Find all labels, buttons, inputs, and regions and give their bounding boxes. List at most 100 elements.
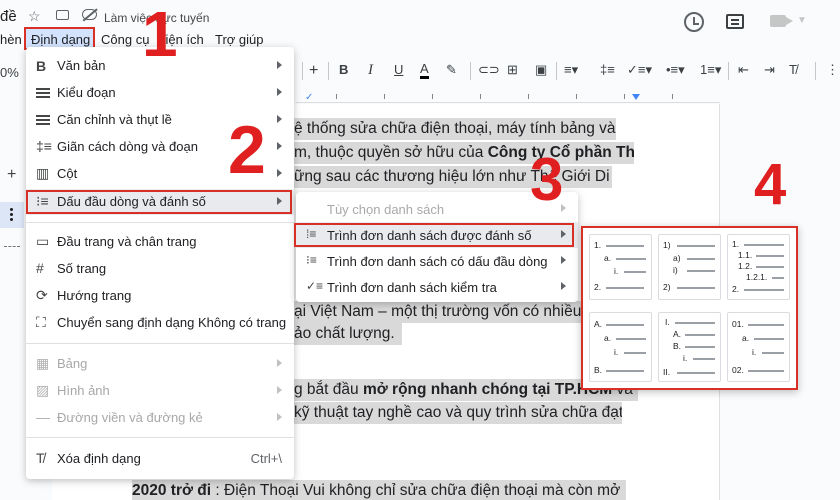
ruler-indent-icon[interactable]: ✓ xyxy=(305,92,313,103)
doc-line[interactable]: ệ thống sửa chữa điện thoại, máy tính bả… xyxy=(294,118,616,140)
numbered-list-highlight xyxy=(294,223,574,247)
border-icon: — xyxy=(36,409,50,425)
outline-divider xyxy=(4,246,20,247)
pageless-icon: ⛶ xyxy=(36,314,46,330)
header-footer-icon: ▭ xyxy=(36,233,50,249)
image-icon[interactable]: ▣ xyxy=(535,62,547,78)
menu-help[interactable]: Trợ giúp xyxy=(215,32,264,47)
submenu-item-checklist[interactable]: ✓≡ Trình đơn danh sách kiểm tra xyxy=(296,274,578,300)
ruler-tick xyxy=(432,94,433,99)
add-comment-icon[interactable]: ⊞ xyxy=(507,62,518,78)
ruler-tick xyxy=(528,94,529,99)
image-icon: ▨ xyxy=(36,382,50,398)
highlight-icon[interactable]: ✎ xyxy=(446,62,457,78)
underline-icon[interactable]: U xyxy=(394,62,403,77)
menu-divider xyxy=(26,437,294,438)
add-tab-icon[interactable]: + xyxy=(7,166,16,184)
bullet-list-icon[interactable]: •≡▾ xyxy=(666,62,685,78)
numbered-list-presets: 1. a. i. 2. 1) a) i) 2) 1. 1.1. 1.2. 1.2… xyxy=(581,226,798,390)
toolbar-divider xyxy=(328,62,329,80)
bulleted-list-icon: ⁝≡ xyxy=(306,253,317,267)
toolbar-divider xyxy=(556,62,557,80)
chevron-right-icon xyxy=(277,88,282,96)
chevron-right-icon xyxy=(561,282,566,290)
document-title[interactable]: đề xyxy=(0,8,17,25)
menu-divider xyxy=(26,222,294,223)
comment-icon[interactable] xyxy=(726,14,744,29)
align-icon[interactable]: ≡▾ xyxy=(564,62,578,78)
chevron-right-icon xyxy=(277,386,282,394)
italic-icon[interactable]: I xyxy=(368,62,373,79)
preset-numbered-2[interactable]: 1) a) i) 2) xyxy=(658,234,721,300)
indent-icon xyxy=(36,115,50,117)
preset-numbered-1[interactable]: 1. a. i. 2. xyxy=(589,234,652,300)
line-spacing-icon[interactable]: ‡≡ xyxy=(600,62,615,77)
menu-item-clear-formatting[interactable]: T̸ Xóa định dạng Ctrl+\ xyxy=(26,446,294,472)
menu-item-pageless[interactable]: ⛶ Chuyển sang định dạng Không có trang xyxy=(26,310,294,336)
menu-item-page-orientation[interactable]: ⟳ Hướng trang xyxy=(26,283,294,309)
title-bar: đề ☆ Làm việc trực tuyến ▼ xyxy=(0,0,840,32)
chevron-right-icon xyxy=(277,359,282,367)
font-size-increase-icon[interactable]: + xyxy=(309,62,318,80)
menu-item-paragraph-style[interactable]: Kiểu đoạn xyxy=(26,80,294,106)
increase-indent-icon[interactable]: ⇥ xyxy=(764,62,775,78)
chevron-right-icon xyxy=(561,256,566,264)
doc-line[interactable]: kỹ thuật tay nghề cao và quy trình sửa c… xyxy=(294,402,622,424)
step-number-1: 1 xyxy=(142,0,178,70)
tab-options-button[interactable] xyxy=(0,202,24,228)
chevron-right-icon xyxy=(277,142,282,150)
submenu-item-bulleted-list[interactable]: ⁝≡ Trình đơn danh sách có dấu đầu dòng xyxy=(296,248,578,274)
shortcut-label: Ctrl+\ xyxy=(250,451,282,466)
cloud-offline-icon[interactable] xyxy=(82,9,97,20)
toolbar-divider xyxy=(470,62,471,80)
menu-format[interactable]: Định dạng xyxy=(31,32,90,47)
hash-icon: # xyxy=(36,260,44,276)
text-color-icon[interactable]: A xyxy=(420,62,429,79)
numbered-list-icon[interactable]: 1≡▾ xyxy=(700,62,721,78)
ruler xyxy=(296,93,720,103)
step-number-4: 4 xyxy=(754,152,787,217)
doc-line[interactable]: ảo chất lượng. xyxy=(294,323,402,345)
step-number-2: 2 xyxy=(228,112,266,188)
star-icon[interactable]: ☆ xyxy=(28,8,41,25)
history-icon[interactable] xyxy=(684,12,704,32)
menu-divider xyxy=(26,343,294,344)
preset-numbered-5[interactable]: I. A. B. i. II. xyxy=(658,312,721,382)
preset-numbered-4[interactable]: A. a. i. B. xyxy=(589,312,652,382)
menu-item-page-numbers[interactable]: # Số trang xyxy=(26,256,294,282)
ruler-tick xyxy=(384,94,385,99)
ruler-tick xyxy=(480,94,481,99)
bullets-numbering-highlight xyxy=(26,190,292,214)
chevron-down-icon[interactable]: ▼ xyxy=(797,15,807,26)
video-call-icon[interactable] xyxy=(770,15,793,27)
toolbar-divider xyxy=(302,62,303,80)
clear-formatting-icon[interactable]: T̸ xyxy=(789,62,797,77)
bold-icon[interactable]: B xyxy=(339,62,348,77)
checklist-icon[interactable]: ✓≡▾ xyxy=(627,62,652,78)
folder-icon[interactable] xyxy=(56,10,69,20)
chevron-right-icon xyxy=(277,169,282,177)
chevron-right-icon xyxy=(277,413,282,421)
decrease-indent-icon[interactable]: ⇤ xyxy=(738,62,749,78)
ruler-tick xyxy=(336,94,337,99)
more-icon[interactable]: ⋮ xyxy=(826,62,839,78)
ruler-tick xyxy=(624,94,625,99)
menu-item-header-footer[interactable]: ▭ Đầu trang và chân trang xyxy=(26,229,294,255)
checklist-icon: ✓≡ xyxy=(306,279,324,293)
menu-item-table: ▦ Bảng xyxy=(26,351,294,377)
ruler-tick xyxy=(576,94,577,99)
preset-numbered-3[interactable]: 1. 1.1. 1.2. 1.2.1. 2. xyxy=(727,234,790,300)
link-icon[interactable]: ⊂⊃ xyxy=(478,62,500,78)
bold-icon: B xyxy=(36,58,47,74)
menu-insert[interactable]: hèn xyxy=(0,32,22,47)
preset-numbered-6[interactable]: 01. a. i. 02. xyxy=(727,312,790,382)
toolbar-divider xyxy=(815,62,816,80)
zoom-fragment[interactable]: 0% xyxy=(0,65,19,80)
doc-line[interactable]: 2020 trở đi : Điện Thoại Vui không chỉ s… xyxy=(132,480,626,500)
doc-line[interactable]: m, thuộc quyền sở hữu của Công ty Cổ phầ… xyxy=(294,142,634,164)
doc-line[interactable]: ững sau các thương hiệu lớn như Thế Giới… xyxy=(294,166,612,188)
chevron-right-icon xyxy=(277,115,282,123)
ruler-right-indent-marker[interactable] xyxy=(632,94,640,100)
orientation-icon: ⟳ xyxy=(36,287,48,303)
clear-format-icon: T̸ xyxy=(36,450,45,466)
